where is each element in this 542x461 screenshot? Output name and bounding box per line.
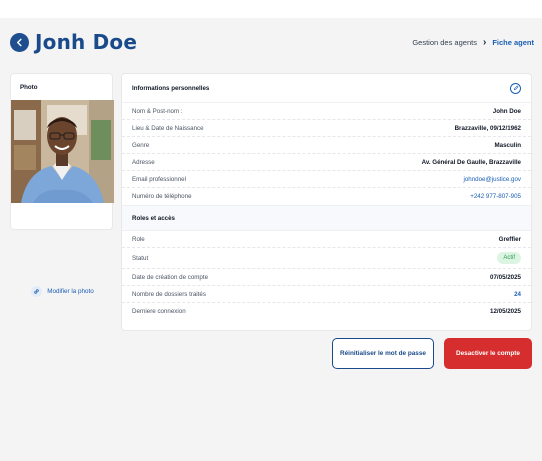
info-row-address: Adresse Av. Général De Gaulle, Brazzavil… [122, 154, 531, 171]
row-label: Statut [132, 254, 149, 262]
deactivate-account-button[interactable]: Desactiver le compte [444, 338, 532, 369]
status-badge: Actif [497, 252, 521, 264]
row-label: Date de création de compte [132, 273, 209, 281]
modify-photo-label: Modifier la photo [47, 287, 94, 295]
modify-photo-button[interactable]: Modifier la photo [11, 282, 114, 300]
breadcrumb-current: Fiche agent [492, 37, 534, 47]
info-row-gender: Genre Masculin [122, 137, 531, 154]
row-value: 24 [514, 290, 521, 298]
photo-card: Photo Modifier la photo [10, 73, 114, 297]
info-row-email: Email professionnel johndoe@justice.gov [122, 171, 531, 188]
row-value: Greffier [498, 235, 521, 243]
info-card: Informations personnelles Nom & Post-nom… [121, 73, 532, 331]
roles-row-last-login: Derniere connexion 12/05/2025 [122, 303, 531, 320]
row-value: 07/05/2025 [490, 273, 521, 281]
link-icon [31, 285, 43, 297]
chevron-left-icon [16, 38, 22, 46]
row-label: Role [132, 235, 145, 243]
breadcrumb-parent[interactable]: Gestion des agents [412, 38, 477, 47]
row-value: 12/05/2025 [490, 308, 521, 315]
row-value: Masculin [494, 141, 521, 149]
row-label: Derniere connexion [132, 308, 186, 315]
row-value: Av. Général De Gaulle, Brazzaville [421, 158, 521, 166]
breadcrumb: Gestion des agents › Fiche agent [412, 37, 534, 48]
page-title: Jonh Doe [35, 30, 138, 54]
row-value: John Doe [492, 107, 521, 115]
back-button[interactable] [10, 32, 29, 52]
roles-row-created: Date de création de compte 07/05/2025 [122, 269, 531, 286]
roles-header: Roles et accès [122, 205, 531, 231]
chevron-right-icon: › [482, 36, 487, 48]
info-row-phone: Numéro de téléphone +242 977-807-905 [122, 188, 531, 205]
top-bar [0, 0, 542, 18]
row-label: Lieu & Date de Naissance [132, 124, 204, 132]
row-label: Numéro de téléphone [132, 193, 192, 200]
edit-icon[interactable] [510, 82, 521, 94]
phone-link[interactable]: +242 977-807-905 [470, 193, 521, 200]
personal-info-header: Informations personnelles [122, 74, 531, 103]
row-label: Genre [132, 141, 150, 149]
row-label: Email professionnel [132, 175, 186, 183]
info-row-birth: Lieu & Date de Naissance Brazzaville, 09… [122, 120, 531, 137]
info-row-name: Nom & Post-nom : John Doe [122, 103, 531, 120]
roles-row-status: Statut Actif [122, 248, 531, 269]
email-link[interactable]: johndoe@justice.gov [463, 176, 521, 183]
row-label: Nombre de dossiers traités [132, 290, 206, 298]
roles-row-cases: Nombre de dossiers traités 24 [122, 286, 531, 303]
row-label: Adresse [132, 158, 155, 166]
photo-card-title: Photo [20, 83, 38, 91]
row-value: Brazzaville, 09/12/1962 [454, 124, 521, 132]
reset-password-button[interactable]: Réinitialiser le mot de passe [332, 338, 434, 369]
page-header: Jonh Doe Gestion des agents › Fiche agen… [10, 30, 534, 54]
personal-info-title: Informations personnelles [132, 84, 210, 92]
row-label: Nom & Post-nom : [132, 107, 183, 115]
roles-row-role: Role Greffier [122, 231, 531, 248]
agent-photo [11, 100, 114, 203]
